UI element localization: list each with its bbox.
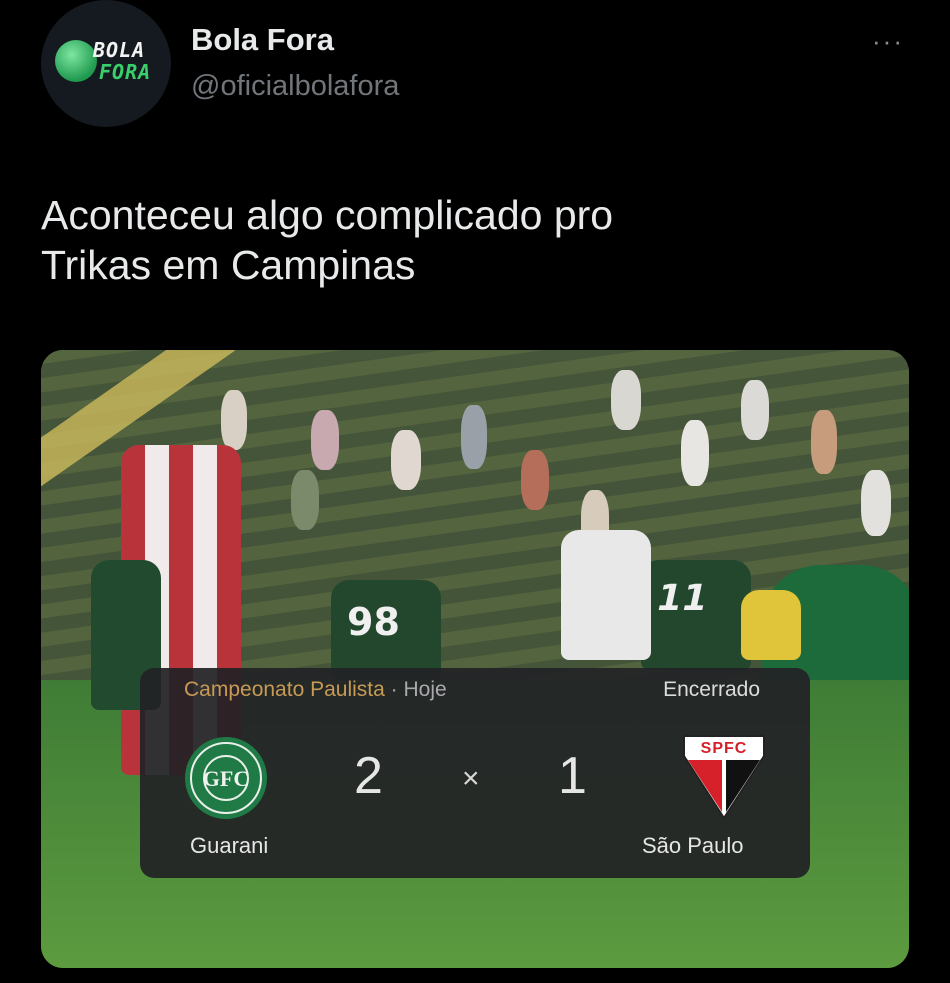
spfc-crest-icon: SPFC xyxy=(683,735,765,820)
jersey-number: 98 xyxy=(347,600,400,644)
avatar-logo-text-top: BOLA xyxy=(93,38,146,62)
match-status: Encerrado xyxy=(663,678,760,701)
svg-text:GFC: GFC xyxy=(203,766,249,791)
author-handle[interactable]: @oficialbolafora xyxy=(191,70,399,103)
profile-avatar[interactable]: BOLA FORA xyxy=(41,0,171,127)
author-display-name[interactable]: Bola Fora xyxy=(191,22,334,58)
jersey-number: 11 xyxy=(652,578,712,619)
match-score-card[interactable]: Campeonato Paulista · Hoje Encerrado GFC… xyxy=(140,668,810,878)
more-options-icon[interactable]: ··· xyxy=(872,26,904,57)
tweet-text-line: Aconteceu algo complicado pro xyxy=(41,192,614,238)
guarani-crest-icon: GFC xyxy=(185,737,267,819)
avatar-logo-text-bottom: FORA xyxy=(99,60,152,84)
tweet-text-line: Trikas em Campinas xyxy=(41,242,416,288)
home-team-name[interactable]: Guarani xyxy=(190,833,268,859)
match-day: Hoje xyxy=(403,678,447,701)
versus-symbol: × xyxy=(462,762,480,795)
soccer-ball-icon xyxy=(55,40,97,82)
player xyxy=(561,530,651,660)
away-team-name[interactable]: São Paulo xyxy=(642,833,744,859)
separator: · xyxy=(390,678,398,701)
match-header-left: Campeonato Paulista · Hoje xyxy=(184,678,447,702)
tweet-text: Aconteceu algo complicado pro Trikas em … xyxy=(41,190,901,290)
spfc-crest-text: SPFC xyxy=(701,740,748,757)
player xyxy=(741,590,801,660)
competition-name: Campeonato Paulista xyxy=(184,678,385,701)
home-score: 2 xyxy=(354,747,383,805)
away-score: 1 xyxy=(558,747,587,805)
